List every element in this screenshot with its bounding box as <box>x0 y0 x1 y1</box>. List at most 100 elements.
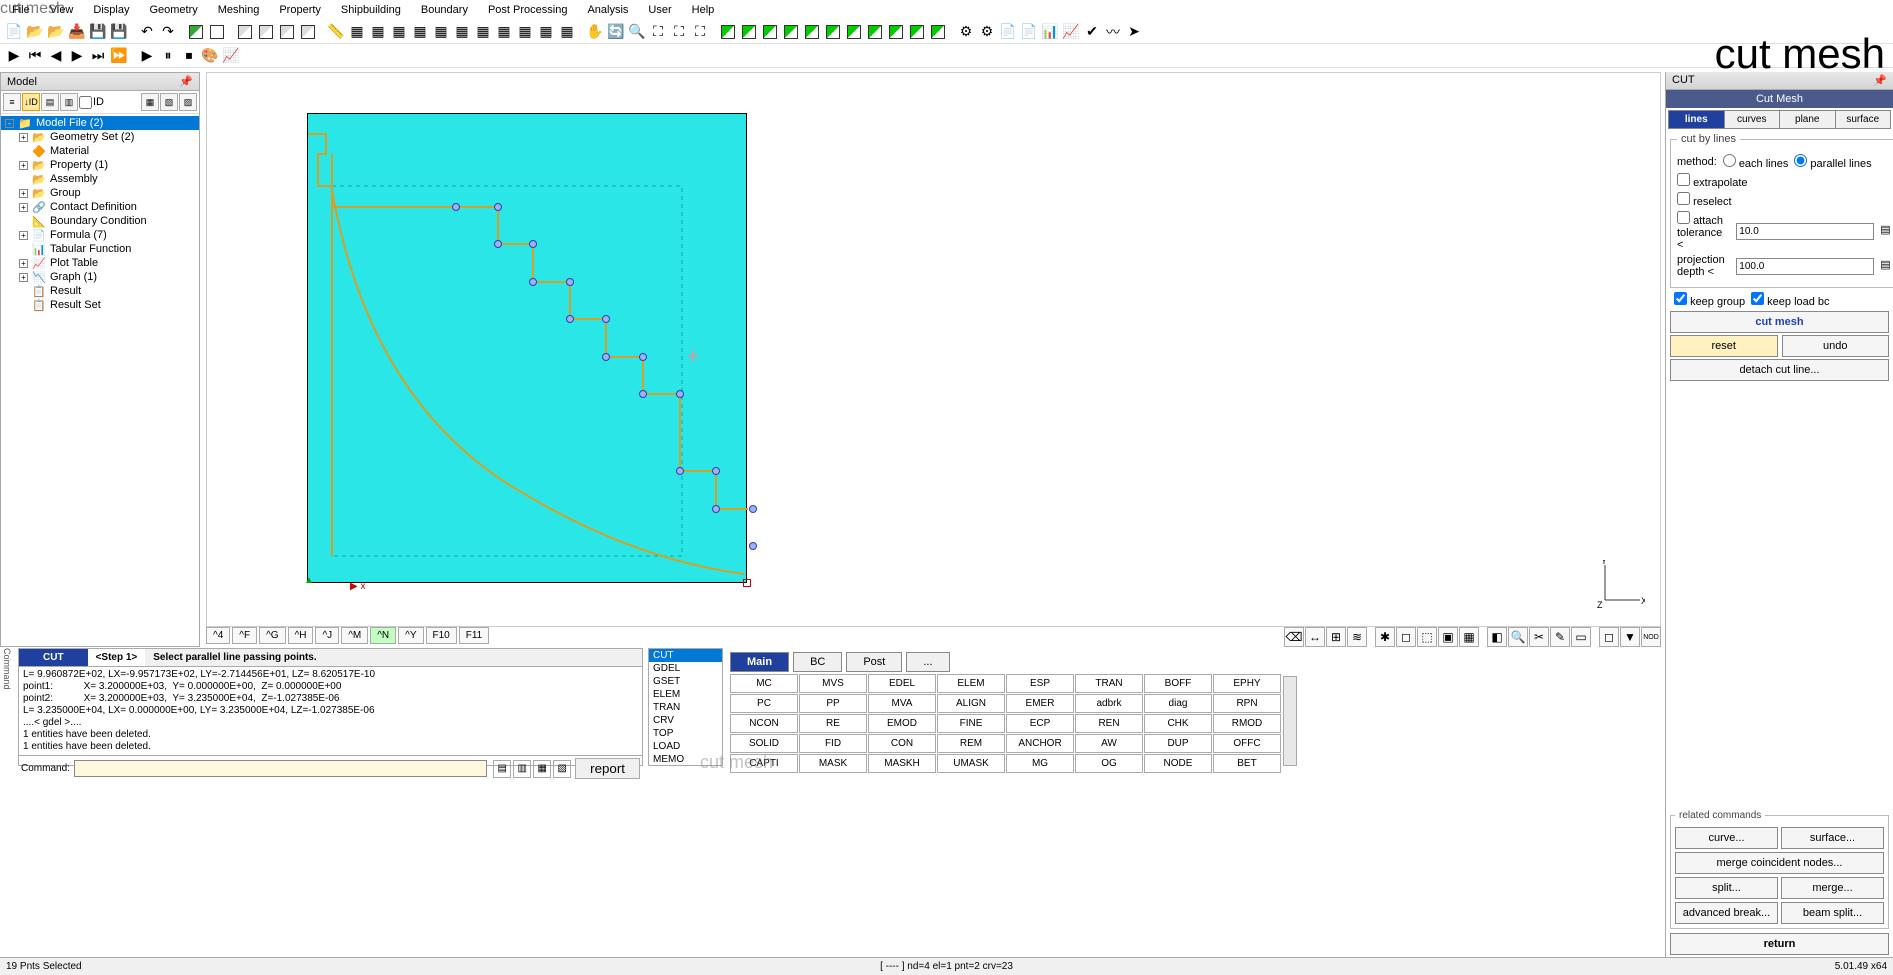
cmd-maskh[interactable]: MASKH <box>868 754 936 773</box>
usermenu-top[interactable]: TOP <box>649 727 722 740</box>
cmd-rem[interactable]: REM <box>937 734 1005 753</box>
grid8-icon[interactable]: ▦ <box>494 22 514 42</box>
menu-analysis[interactable]: Analysis <box>577 2 638 18</box>
c8-icon[interactable] <box>865 22 885 42</box>
graph-icon[interactable]: 📈 <box>221 46 241 66</box>
tree-item[interactable]: +🔗Contact Definition <box>1 200 199 214</box>
rel-merge-nodes-button[interactable]: merge coincident nodes... <box>1675 852 1884 874</box>
mesh-node[interactable] <box>529 278 537 286</box>
cmd-offc[interactable]: OFFC <box>1213 734 1281 753</box>
cmd-ecp[interactable]: ECP <box>1006 714 1074 733</box>
fit-icon[interactable]: ⛶ <box>648 22 668 42</box>
cmd-mask[interactable]: MASK <box>799 754 867 773</box>
proj-depth-input[interactable] <box>1736 258 1874 275</box>
cmd-align[interactable]: ALIGN <box>937 694 1005 713</box>
measure-icon[interactable]: 📏 <box>326 22 346 42</box>
fkey-^M[interactable]: ^M <box>341 627 368 644</box>
attach-tol-input[interactable] <box>1736 223 1874 240</box>
vt-layers-icon[interactable]: ≋ <box>1347 627 1367 647</box>
user-menu-list[interactable]: CUTGDELGSETELEMTRANCRVTOPLOADMEMOSAVEAS <box>648 648 723 766</box>
cmd-ephy[interactable]: EPHY <box>1213 674 1281 693</box>
c3-icon[interactable] <box>760 22 780 42</box>
gear-icon[interactable]: ⚙ <box>956 22 976 42</box>
rel-surface-button[interactable]: surface... <box>1781 827 1884 849</box>
cmd-con[interactable]: CON <box>868 734 936 753</box>
cmd-chk[interactable]: CHK <box>1144 714 1212 733</box>
vt-m2-icon[interactable]: 🔍 <box>1508 627 1528 647</box>
pin2-icon[interactable]: 📌 <box>1873 74 1887 87</box>
undo-icon[interactable]: ↶ <box>137 22 157 42</box>
usermenu-crv[interactable]: CRV <box>649 714 722 727</box>
cmd-pp[interactable]: PP <box>799 694 867 713</box>
checkbox-keep-group[interactable]: keep group <box>1674 292 1745 308</box>
cb-3-icon[interactable]: ▦ <box>533 760 551 778</box>
check-icon[interactable]: ✔ <box>1082 22 1102 42</box>
vt-m1-icon[interactable]: ◧ <box>1487 627 1507 647</box>
play2-icon[interactable]: ▶ <box>137 46 157 66</box>
usermenu-cut[interactable]: CUT <box>649 649 722 662</box>
arrow-icon[interactable]: ➤ <box>1124 22 1144 42</box>
checkbox-attach-tol[interactable]: attach tolerance < <box>1677 211 1730 251</box>
vt-sel4-icon[interactable]: ▦ <box>1459 627 1479 647</box>
cmd-ncon[interactable]: NCON <box>730 714 798 733</box>
view1-icon[interactable] <box>235 22 255 42</box>
fit3-icon[interactable]: ⛶ <box>690 22 710 42</box>
rel-adv-break-button[interactable]: advanced break... <box>1675 902 1778 924</box>
mesh-node[interactable] <box>566 278 574 286</box>
cmd-mvs[interactable]: MVS <box>799 674 867 693</box>
tree-item[interactable]: +📂Group <box>1 186 199 200</box>
cmd-rmod[interactable]: RMOD <box>1213 714 1281 733</box>
tree-item[interactable]: 📐Boundary Condition <box>1 214 199 228</box>
undo-button[interactable]: undo <box>1782 335 1890 357</box>
fkey-^H[interactable]: ^H <box>288 627 314 644</box>
vt-m4-icon[interactable]: ✎ <box>1550 627 1570 647</box>
grid11-icon[interactable]: ▦ <box>557 22 577 42</box>
tab-post[interactable]: Post <box>846 652 902 672</box>
menu-user[interactable]: User <box>638 2 681 18</box>
report-button[interactable]: report <box>575 758 640 779</box>
c1-icon[interactable] <box>718 22 738 42</box>
tree-item[interactable]: 📂Assembly <box>1 172 199 186</box>
gear2-icon[interactable]: ⚙ <box>977 22 997 42</box>
reset-button[interactable]: reset <box>1670 335 1778 357</box>
grid2-icon[interactable]: ▦ <box>368 22 388 42</box>
grid9-icon[interactable]: ▦ <box>515 22 535 42</box>
view3-icon[interactable] <box>277 22 297 42</box>
pt-r2[interactable]: ▧ <box>160 93 178 111</box>
rel-split-button[interactable]: split... <box>1675 877 1778 899</box>
vt-star-icon[interactable]: ✱ <box>1375 627 1395 647</box>
pt-r1[interactable]: ▦ <box>141 93 159 111</box>
fkey-^4[interactable]: ^4 <box>206 627 230 644</box>
cmd-ren[interactable]: REN <box>1075 714 1143 733</box>
vt-m3-icon[interactable]: ✂ <box>1529 627 1549 647</box>
vt-sel3-icon[interactable]: ▣ <box>1438 627 1458 647</box>
cb-4-icon[interactable]: ▧ <box>553 760 571 778</box>
wave-icon[interactable]: 〰 <box>1103 22 1123 42</box>
mesh-node[interactable] <box>749 505 757 513</box>
grid6-icon[interactable]: ▦ <box>452 22 472 42</box>
tree-item[interactable]: 📋Result Set <box>1 298 199 312</box>
vt-nod-icon[interactable]: NOD <box>1641 627 1661 647</box>
cmd-dup[interactable]: DUP <box>1144 734 1212 753</box>
c2-icon[interactable] <box>739 22 759 42</box>
cmd-boff[interactable]: BOFF <box>1144 674 1212 693</box>
grid3-icon[interactable]: ▦ <box>389 22 409 42</box>
fkey-^J[interactable]: ^J <box>315 627 339 644</box>
fit2-icon[interactable]: ⛶ <box>669 22 689 42</box>
cmd-solid[interactable]: SOLID <box>730 734 798 753</box>
vt-sel2-icon[interactable]: ⬚ <box>1417 627 1437 647</box>
usermenu-elem[interactable]: ELEM <box>649 688 722 701</box>
checkbox-reselect[interactable]: reselect <box>1677 192 1732 208</box>
mesh-node[interactable] <box>749 542 757 550</box>
open2-icon[interactable]: 📂 <box>46 22 66 42</box>
cmd-adbrk[interactable]: adbrk <box>1075 694 1143 713</box>
menu-geometry[interactable]: Geometry <box>139 2 207 18</box>
mesh-node[interactable] <box>639 353 647 361</box>
mesh-node[interactable] <box>639 390 647 398</box>
tree-item[interactable]: 📋Result <box>1 284 199 298</box>
wire-icon[interactable] <box>207 22 227 42</box>
doc-icon[interactable]: 📄 <box>998 22 1018 42</box>
mesh-node[interactable] <box>602 315 610 323</box>
redo-icon[interactable]: ↷ <box>158 22 178 42</box>
proj-depth-picker-icon[interactable]: ▤ <box>1880 258 1890 274</box>
